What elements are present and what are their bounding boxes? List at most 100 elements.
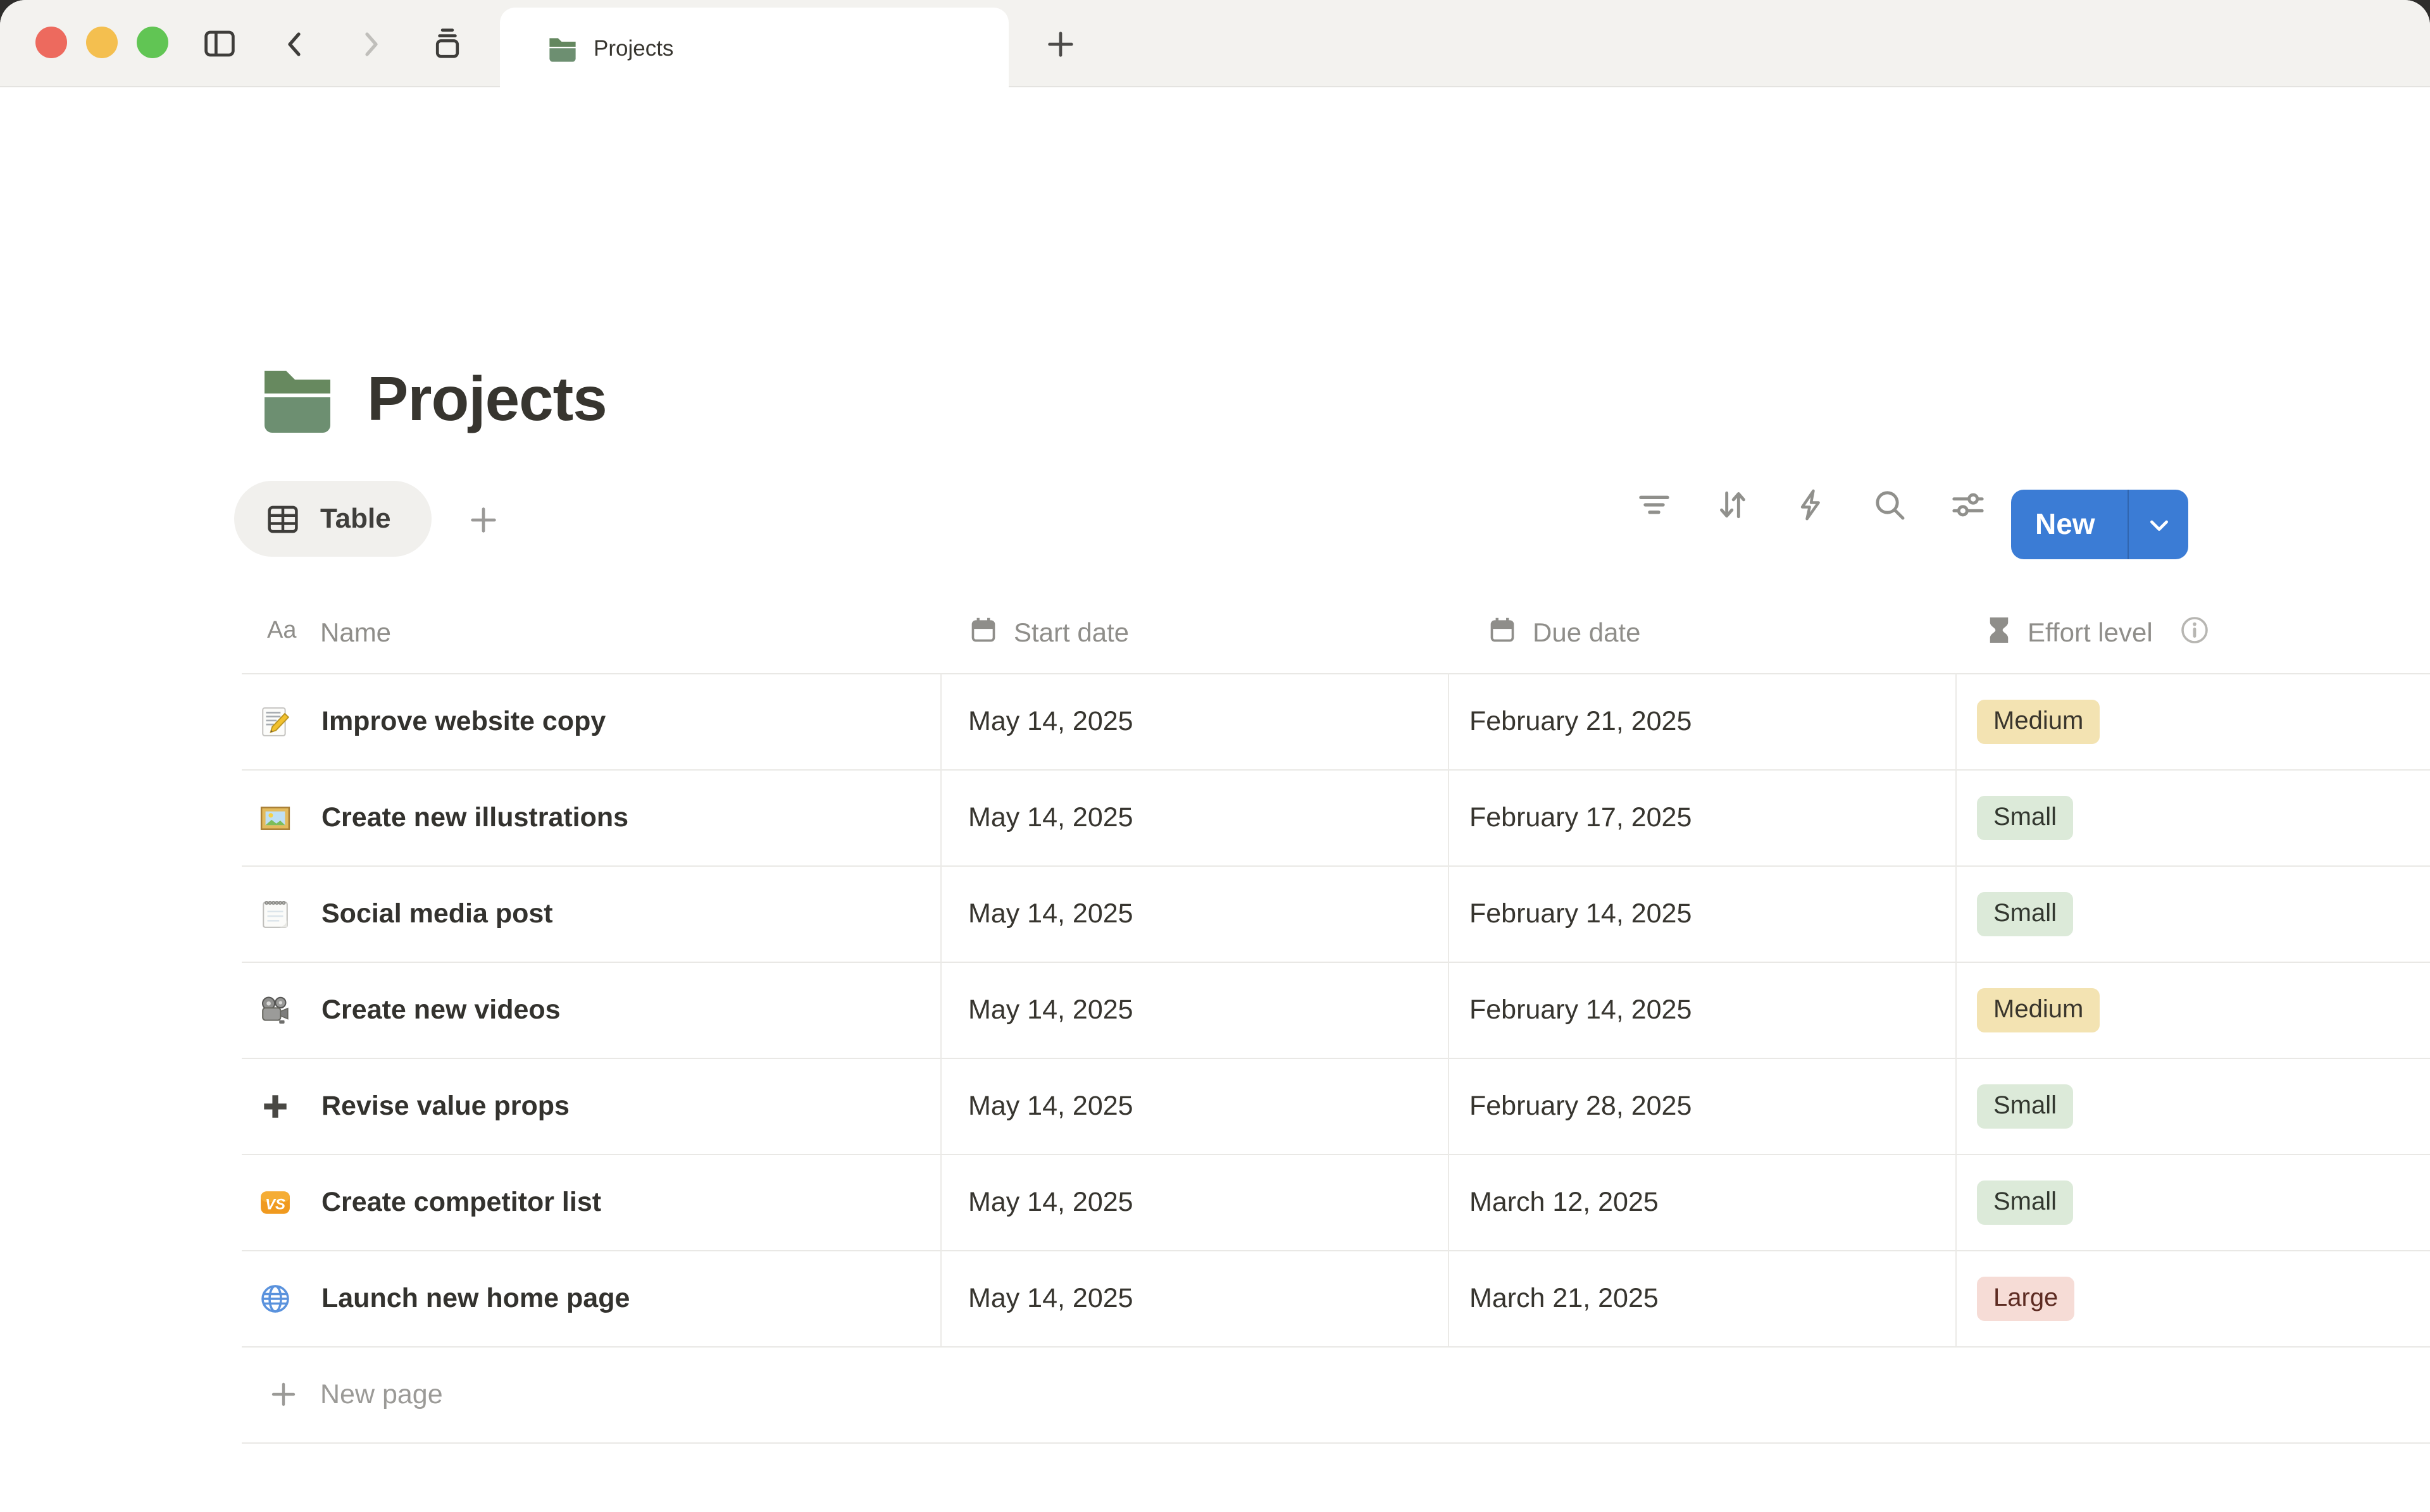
cell-effort-level[interactable]: Small [1977, 769, 2073, 865]
cell-name[interactable]: Social media post [259, 865, 553, 962]
table-row: Create new illustrations May 14, 2025 Febr… [242, 769, 2430, 865]
cell-start-date[interactable]: May 14, 2025 [968, 769, 1133, 865]
table-row: Improve website copy May 14, 2025 February… [242, 673, 2430, 769]
cell-start-date[interactable]: May 14, 2025 [968, 865, 1133, 962]
cell-start-date[interactable]: May 14, 2025 [968, 962, 1133, 1058]
row-divider [242, 1346, 2430, 1348]
new-button-label: New [2011, 507, 2128, 542]
new-tab-button[interactable] [1043, 27, 1078, 62]
vs-badge-icon: VS [259, 1186, 291, 1218]
chevron-down-icon[interactable] [2129, 512, 2188, 537]
plus-icon [268, 1379, 299, 1410]
sidebar-toggle-icon[interactable] [200, 25, 238, 63]
lightning-icon[interactable] [1792, 486, 1830, 524]
cell-effort-level[interactable]: Medium [1977, 962, 2100, 1058]
cell-effort-level[interactable]: Medium [1977, 673, 2100, 769]
search-icon[interactable] [1871, 486, 1909, 524]
column-header-effort-level[interactable]: Effort level [1987, 595, 2210, 673]
effort-badge[interactable]: Large [1977, 1276, 2074, 1320]
effort-badge[interactable]: Medium [1977, 988, 2100, 1032]
info-icon[interactable] [2179, 615, 2210, 653]
cell-effort-level[interactable]: Small [1977, 865, 2073, 962]
sliders-icon[interactable] [1949, 486, 1987, 524]
cell-name[interactable]: Create new videos [259, 962, 561, 1058]
column-header-name[interactable]: Aa Name [266, 595, 391, 673]
cell-start-date[interactable]: May 14, 2025 [968, 673, 1133, 769]
table-row: VSCreate competitor list May 14, 2025 Marc… [242, 1154, 2430, 1250]
tab-title: Projects [594, 35, 673, 61]
minimize-window-button[interactable] [86, 27, 118, 58]
effort-badge[interactable]: Small [1977, 891, 2073, 936]
spiral-notepad-icon [259, 898, 291, 929]
cell-due-date[interactable]: February 14, 2025 [1469, 865, 1692, 962]
row-divider [242, 962, 2430, 963]
cell-due-date[interactable]: March 12, 2025 [1469, 1154, 1659, 1250]
cell-name[interactable]: Revise value props [259, 1058, 570, 1154]
row-divider [242, 865, 2430, 867]
cell-name[interactable]: VSCreate competitor list [259, 1154, 601, 1250]
calendar-icon [969, 616, 997, 652]
cell-name[interactable]: Improve website copy [259, 673, 606, 769]
effort-badge[interactable]: Medium [1977, 699, 2100, 743]
filter-icon[interactable] [1635, 486, 1673, 524]
svg-text:VS: VS [265, 1195, 285, 1212]
page-title: Projects [367, 364, 607, 435]
screen: Projects Projects Table [0, 0, 2430, 1512]
folder-icon [548, 34, 577, 63]
titlebar-nav [200, 0, 466, 87]
movie-camera-icon [259, 994, 291, 1026]
table-row: Social media post May 14, 2025 February 14… [242, 865, 2430, 962]
cell-due-date[interactable]: February 28, 2025 [1469, 1058, 1692, 1154]
new-button[interactable]: New [2011, 490, 2188, 559]
svg-text:Aa: Aa [267, 617, 297, 643]
row-title: Revise value props [321, 1090, 570, 1122]
cell-effort-level[interactable]: Small [1977, 1058, 2073, 1154]
row-divider [242, 1058, 2430, 1059]
cell-due-date[interactable]: March 21, 2025 [1469, 1250, 1659, 1346]
cell-effort-level[interactable]: Large [1977, 1250, 2074, 1346]
close-window-button[interactable] [35, 27, 67, 58]
view-tab-label: Table [320, 502, 391, 535]
sort-icon[interactable] [1714, 486, 1752, 524]
table-row: Launch new home page May 14, 2025 March 21… [242, 1250, 2430, 1346]
tab-stack-icon[interactable] [428, 25, 466, 63]
text-aa-icon: Aa [266, 615, 304, 653]
row-title: Improve website copy [321, 705, 606, 737]
new-page-button[interactable]: New page [242, 1346, 2430, 1442]
calendar-icon [1488, 616, 1516, 652]
framed-picture-icon [259, 802, 291, 833]
cell-start-date[interactable]: May 14, 2025 [968, 1250, 1133, 1346]
effort-badge[interactable]: Small [1977, 1084, 2073, 1128]
zoom-window-button[interactable] [137, 27, 168, 58]
column-header-due-date[interactable]: Due date [1488, 595, 1640, 673]
cell-effort-level[interactable]: Small [1977, 1154, 2073, 1250]
cell-name[interactable]: Launch new home page [259, 1250, 630, 1346]
column-header-start-date[interactable]: Start date [969, 595, 1129, 673]
titlebar: Projects [0, 0, 2430, 87]
globe-icon [259, 1282, 291, 1314]
app-window: Projects Projects Table [0, 0, 2430, 1512]
effort-badge[interactable]: Small [1977, 795, 2073, 840]
column-divider [1448, 673, 1449, 1346]
cell-due-date[interactable]: February 14, 2025 [1469, 962, 1692, 1058]
cell-name[interactable]: Create new illustrations [259, 769, 628, 865]
page-header: Projects [261, 364, 607, 435]
cell-start-date[interactable]: May 14, 2025 [968, 1058, 1133, 1154]
memo-icon [259, 705, 291, 737]
cell-due-date[interactable]: February 21, 2025 [1469, 673, 1692, 769]
hourglass-icon [1987, 615, 2011, 653]
database-actions [1635, 486, 1987, 524]
tab-table-view[interactable]: Table [234, 481, 432, 557]
table-header: Aa Name Start date Due date Effort level [242, 595, 2430, 673]
browser-tab-projects[interactable]: Projects [500, 8, 1009, 89]
effort-badge[interactable]: Small [1977, 1180, 2073, 1224]
cell-due-date[interactable]: February 17, 2025 [1469, 769, 1692, 865]
table-row: Revise value props May 14, 2025 February 2… [242, 1058, 2430, 1154]
page-content: Projects Table New [0, 89, 2430, 1512]
row-title: Social media post [321, 898, 553, 929]
add-view-button[interactable] [466, 502, 501, 538]
chevron-left-icon[interactable] [276, 25, 314, 63]
new-page-label: New page [320, 1379, 443, 1410]
table-view-icon [266, 502, 300, 536]
cell-start-date[interactable]: May 14, 2025 [968, 1154, 1133, 1250]
